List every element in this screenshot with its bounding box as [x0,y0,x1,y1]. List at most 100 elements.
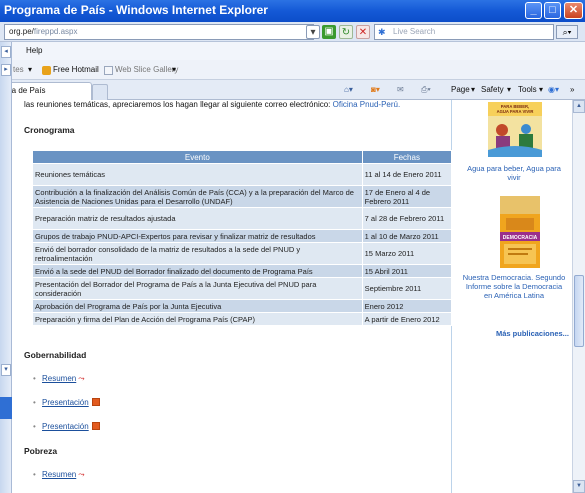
menu-bar: Help [0,42,585,60]
tab-programa-de-pais[interactable]: ma de País [0,82,92,100]
collapse-icon[interactable]: ◂ [1,46,11,58]
more-chevron-icon[interactable]: » [570,80,574,100]
presentacion-label: Presentación [42,422,89,431]
page-menu[interactable]: Page [451,80,470,100]
web-slice-icon [104,66,113,75]
chevron-down-icon[interactable]: ▾ [471,80,475,100]
menu-help[interactable]: Help [26,42,42,60]
event-cell: Preparación y firma del Plan de Acción d… [32,312,363,326]
favorites-partial-label[interactable]: tes [13,60,24,80]
compatibility-icon[interactable]: ▣ [322,25,336,39]
address-input[interactable]: org.pe/fireppd.aspx [4,24,314,40]
publications-column: PARA BEBER, AGUA PARA VIVIR Agua para be… [458,100,570,493]
table-row: Envió del borrador consolidado de la mat… [32,242,453,265]
event-cell: Presentación del Borrador del Programa d… [32,277,363,300]
bullet-icon: • [33,374,36,383]
resumen-label: Resumen [42,374,77,383]
table-row: Envió a la sede del PNUD del Borrador fi… [32,264,453,278]
event-cell: Envió del borrador consolidado de la mat… [32,242,363,265]
url-domain: org.pe/ [9,27,34,36]
search-input[interactable]: ✱ Live Search [374,24,554,40]
safety-menu[interactable]: Safety [481,80,504,100]
url-path: fireppd.aspx [33,27,78,36]
gobernabilidad-heading: Gobernabilidad [24,350,87,360]
email-link[interactable]: Oficina Pnud-Perú. [333,100,401,109]
new-tab-button[interactable] [92,84,108,100]
gobernabilidad-presentacion-link-2[interactable]: • Presentación [33,422,100,431]
event-cell: Envió a la sede del PNUD del Borrador fi… [32,264,363,278]
date-cell: 17 de Enero al 4 de Febrero 2011 [361,185,453,208]
powerpoint-icon [91,422,100,430]
agua-poster-image[interactable]: PARA BEBER, AGUA PARA VIVIR [488,102,542,157]
column-header-fechas: Fechas [361,150,453,164]
print-icon[interactable]: ⎙▾ [421,80,431,100]
table-row: Aprobación del Programa de País por la J… [32,299,453,313]
date-cell: 1 al 10 de Marzo 2011 [361,229,453,243]
cronograma-heading: Cronograma [24,125,75,135]
refresh-icon[interactable]: ↻ [339,25,353,39]
chevron-down-icon[interactable]: ▾ [172,60,176,80]
scroll-down-icon[interactable]: ▾ [1,364,11,376]
date-cell: 11 al 14 de Enero 2011 [361,163,453,186]
more-publications-link[interactable]: Más publicaciones... [496,329,569,338]
chevron-down-icon[interactable]: ▾ [539,80,543,100]
date-cell: Enero 2012 [361,299,453,313]
minimize-button[interactable]: _ [525,2,542,19]
pobreza-heading: Pobreza [24,446,58,456]
gobernabilidad-resumen-link[interactable]: • Resumen ⤳ [33,374,85,383]
event-cell: Preparación matriz de resultados ajustad… [32,207,363,230]
event-cell: Aprobación del Programa de País por la J… [32,299,363,313]
bullet-icon: • [33,470,36,479]
date-cell: A partir de Enero 2012 [361,312,453,326]
chevron-down-icon[interactable]: ▾ [28,60,32,80]
page-content: las reuniones temáticas, apreciaremos lo… [12,100,572,493]
column-header-evento: Evento [32,150,363,164]
pobreza-resumen-link[interactable]: • Resumen ⤳ [33,470,85,479]
main-column: las reuniones temáticas, apreciaremos lo… [12,100,453,493]
date-cell: 7 al 28 de Febrero 2011 [361,207,453,230]
table-row: Reuniones temáticas 11 al 14 de Enero 201… [32,163,453,186]
expand-icon[interactable]: ▸ [1,64,11,76]
svg-text:DEMOCRACIA: DEMOCRACIA [503,235,538,241]
explorer-bar-strip: ◂ ▸ ▾ [0,42,12,493]
svg-text:AGUA PARA VIVIR: AGUA PARA VIVIR [497,109,534,114]
scrollbar-thumb[interactable] [574,275,584,347]
mail-icon[interactable]: ✉ [397,80,404,100]
date-cell: Septiembre 2011 [361,277,453,300]
gobernabilidad-presentacion-link-1[interactable]: • Presentación [33,398,100,407]
address-bar-row: org.pe/fireppd.aspx ▾ ▣ ↻ ✕ ✱ Live Searc… [0,22,585,42]
address-dropdown-icon[interactable]: ▾ [306,25,320,39]
sidebar-selection-marker [0,397,12,419]
table-row: Preparación matriz de resultados ajustad… [32,207,453,230]
democracia-caption-link[interactable]: Nuestra Democracia. Segundo Informe sobr… [462,273,566,300]
democracia-poster-image[interactable]: DEMOCRACIA [500,196,540,268]
web-slice-gallery-link[interactable]: Web Slice Gallery [115,60,178,80]
agua-caption-link[interactable]: Agua para beber, Agua para vivir [462,164,566,182]
scroll-down-icon[interactable]: ▼ [573,480,585,493]
maximize-button[interactable]: □ [544,2,561,19]
scroll-up-icon[interactable]: ▲ [573,100,585,113]
close-button[interactable]: ✕ [564,2,583,19]
search-go-icon[interactable]: ⌕▾ [556,25,578,39]
vertical-scrollbar[interactable]: ▲ ▼ [572,100,585,493]
bullet-icon: • [33,422,36,431]
cronograma-table: Evento Fechas Reuniones temáticas 11 al 1… [32,150,453,326]
window-title: Programa de País - Windows Internet Expl… [4,3,268,17]
date-cell: 15 Abril 2011 [361,264,453,278]
presentacion-label: Presentación [42,398,89,407]
chevron-down-icon[interactable]: ▾ [507,80,511,100]
free-hotmail-link[interactable]: Free Hotmail [53,60,99,80]
event-cell: Reuniones temáticas [32,163,363,186]
feeds-icon[interactable]: ◙▾ [371,80,380,100]
table-row: Grupos de trabajo PNUD-APCI-Expertos par… [32,229,453,243]
tab-command-bar: ma de País ⌂▾ ◙▾ ✉ ⎙▾ Page ▾ Safety ▾ To… [0,80,585,100]
stop-icon[interactable]: ✕ [356,25,370,39]
browser-window: Programa de País - Windows Internet Expl… [0,0,585,493]
help-icon[interactable]: ◉▾ [548,80,559,100]
date-cell: 15 Marzo 2011 [361,242,453,265]
tools-menu[interactable]: Tools [518,80,537,100]
resumen-label: Resumen [42,470,77,479]
pdf-icon: ⤳ [78,374,85,383]
home-icon[interactable]: ⌂▾ [344,80,353,100]
table-row: Contribución a la finalización del Análi… [32,185,453,208]
